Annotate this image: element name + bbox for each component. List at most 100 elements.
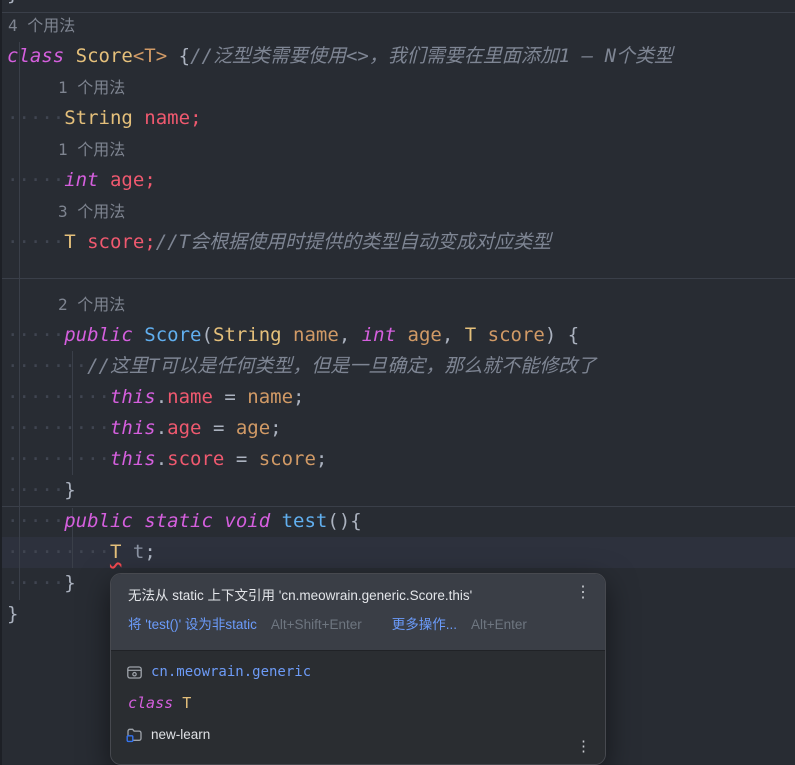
code-token: { [568,324,579,346]
code-token: <T> [133,45,167,67]
code-line[interactable]: ·····} [0,475,795,506]
code-token [64,45,75,67]
code-token: ; [270,417,281,439]
inlay-hint-usages[interactable]: 1 个用法 [0,134,795,165]
code-token: = [213,386,247,408]
class-keyword: class [128,694,173,712]
code-token: T [465,324,476,346]
code-token: = [224,448,258,470]
kebab-menu-icon[interactable]: ⋮ [576,737,591,755]
code-line[interactable]: ·········this.score = score; [0,444,795,475]
code-token: score [167,448,224,470]
code-token: Score [144,324,201,346]
quick-doc-section: cn.meowrain.generic class T new-learn ⋮ [111,650,605,764]
code-token [270,510,281,532]
code-token: name [293,324,339,346]
code-token [453,324,464,346]
inlay-hint-usages[interactable]: 4 个用法 [0,10,795,41]
code-line[interactable]: ·····int age; [0,165,795,196]
code-token: ····· [7,324,64,346]
code-token: String [213,324,282,346]
code-line[interactable]: ·····public static void test(){ [0,506,795,537]
code-token: public [64,510,133,532]
code-token [213,510,224,532]
module-row: new-learn [126,723,591,745]
error-message: 无法从 static 上下文引用 'cn.meowrain.generic.Sc… [128,587,591,605]
code-token: test [282,510,328,532]
code-line[interactable]: ·····String name; [0,103,795,134]
code-line[interactable]: ·········T t; [0,537,795,568]
code-line[interactable]: } [0,0,795,10]
code-token: t [133,541,144,563]
code-token [121,541,132,563]
code-line[interactable]: ·········this.name = name; [0,382,795,413]
code-token: ····· [7,510,64,532]
code-token: String [64,107,133,129]
code-token: ········· [7,417,110,439]
code-token: Score [76,45,133,67]
code-token: } [7,603,18,625]
error-token: T [110,541,121,563]
code-token: (){ [327,510,361,532]
code-token: ; [190,107,201,129]
code-token: ; [144,231,155,253]
error-tooltip-header: 无法从 static 上下文引用 'cn.meowrain.generic.Sc… [111,574,605,650]
code-token [76,231,87,253]
code-token: //泛型类需要使用<>，我们需要在里面添加1 – N个类型 [190,45,673,67]
code-line[interactable]: ·······//这里T可以是任何类型，但是一旦确定，那么就不能修改了 [0,351,795,382]
code-token: name [247,386,293,408]
quickfix-link[interactable]: 将 'test()' 设为非static [128,616,257,634]
inlay-hint-usages[interactable]: 1 个用法 [0,72,795,103]
code-token: name [144,107,190,129]
inlay-hint-usages[interactable]: 3 个用法 [0,196,795,227]
code-token: } [7,0,18,5]
code-token [133,324,144,346]
code-token: this [110,417,156,439]
code-token: ; [144,169,155,191]
code-token: . [156,448,167,470]
code-token: . [156,417,167,439]
code-token: name [167,386,213,408]
code-token: , [339,324,350,346]
editor-left-edge [0,0,2,765]
code-token: ····· [7,107,64,129]
class-signature-row: class T [126,692,591,714]
code-token: ······· [7,355,87,377]
code-token: score [87,231,144,253]
code-token: this [110,386,156,408]
code-token: age [408,324,442,346]
code-token: = [202,417,236,439]
kebab-menu-icon[interactable]: ⋮ [575,585,591,601]
code-line[interactable]: ·····T score;//T会根据使用时提供的类型自动变成对应类型 [0,227,795,258]
code-token: ····· [7,479,64,501]
code-token: //这里T可以是任何类型，但是一旦确定，那么就不能修改了 [87,355,596,377]
code-token [167,45,178,67]
quickfix-shortcut: Alt+Shift+Enter [271,616,362,634]
code-token [396,324,407,346]
code-token: //T会根据使用时提供的类型自动变成对应类型 [156,231,551,253]
code-line[interactable]: ·····public Score(String name, int age, … [0,320,795,351]
code-token: ) [545,324,556,346]
code-token [556,324,567,346]
code-line[interactable]: ·········this.age = age; [0,413,795,444]
code-line[interactable]: class Score<T> {//泛型类需要使用<>，我们需要在里面添加1 –… [0,41,795,72]
code-token: . [156,386,167,408]
code-token: ( [202,324,213,346]
code-token: } [64,572,75,594]
inlay-hint-usages[interactable]: 2 个用法 [0,289,795,320]
code-token [133,107,144,129]
code-token: ; [316,448,327,470]
code-token: { [179,45,190,67]
package-name: cn.meowrain.generic [151,664,311,680]
code-line[interactable] [0,258,795,289]
package-icon [126,664,143,681]
code-token: ····· [7,231,64,253]
code-token: public [64,324,133,346]
code-token: int [64,169,98,191]
code-token [282,324,293,346]
quickfix-row: 将 'test()' 设为非static Alt+Shift+Enter 更多操… [128,616,591,634]
package-row: cn.meowrain.generic [126,661,591,683]
more-actions-link[interactable]: 更多操作... [392,616,457,634]
code-token: int [362,324,396,346]
code-token: , [442,324,453,346]
